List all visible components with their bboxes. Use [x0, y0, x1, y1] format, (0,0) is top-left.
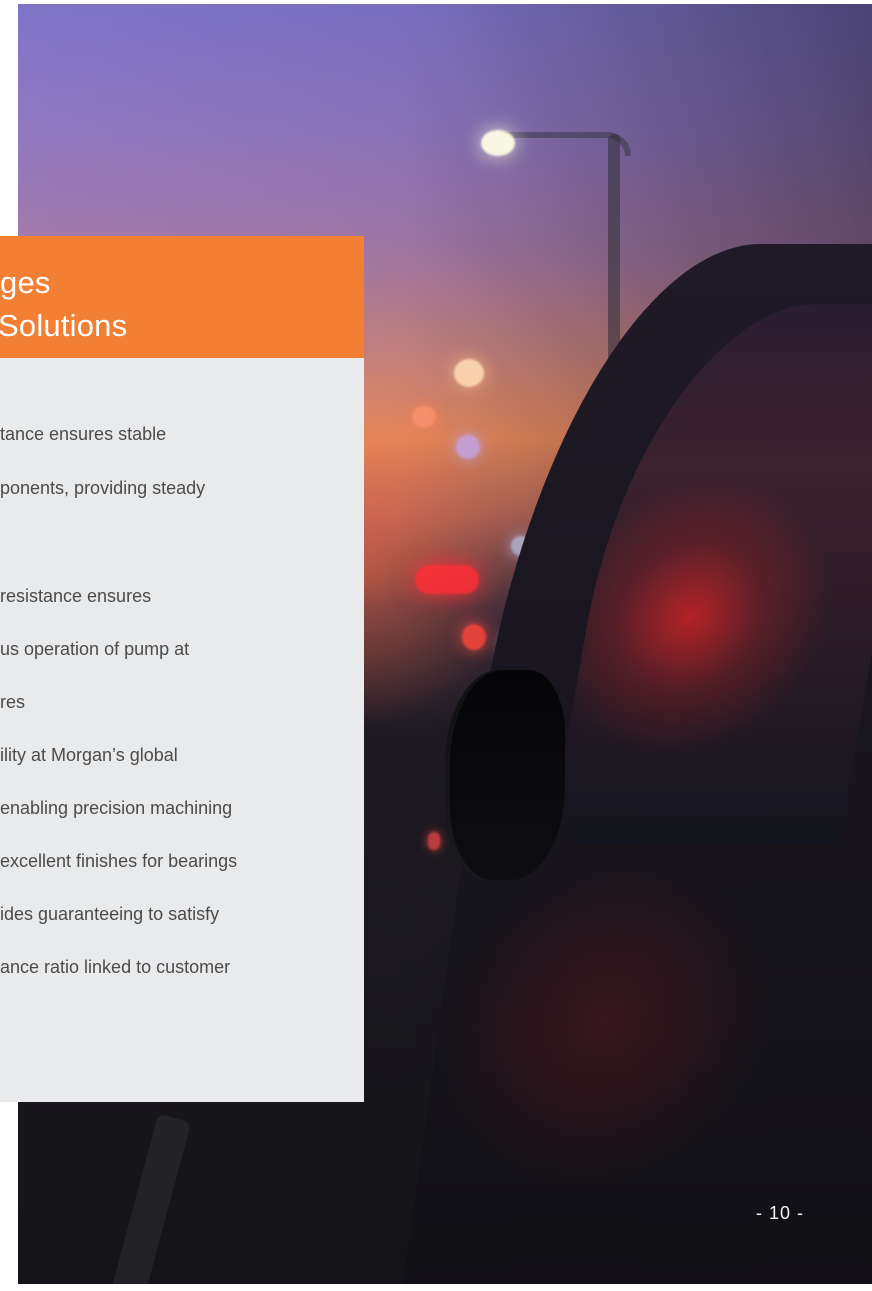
body-line-6: ility at Morgan’s global	[0, 745, 178, 765]
body-line-8: excellent finishes for bearings	[0, 851, 238, 871]
content-panel: ges Solutions tance ensures stable ponen…	[0, 236, 364, 1102]
brake-light-icon	[415, 565, 479, 594]
body-line-10: ance ratio linked to customer	[0, 957, 231, 977]
reflection-light-icon	[428, 832, 440, 850]
slide-title-line-2: Solutions	[0, 308, 128, 343]
bokeh-light-icon	[456, 435, 480, 459]
body-line-4: us operation of pump at	[0, 639, 190, 659]
slide-title-line-1: ges	[0, 265, 51, 300]
body-line-9: ides guaranteeing to satisfy	[0, 904, 220, 924]
title-box: ges Solutions	[0, 236, 364, 358]
page-number: - 10 -	[756, 1203, 805, 1223]
body-line-7: enabling precision machining	[0, 798, 233, 818]
body-line-1: tance ensures stable	[0, 424, 167, 444]
brake-light-icon	[462, 624, 486, 650]
side-mirror-icon	[445, 670, 565, 880]
distant-light-icon	[454, 359, 484, 387]
street-light-icon	[481, 130, 515, 156]
body-line-5: res	[0, 692, 26, 712]
distant-light-icon	[412, 406, 436, 428]
body-line-2: ponents, providing steady	[0, 478, 206, 498]
body-line-3: resistance ensures	[0, 586, 152, 606]
body-box: tance ensures stable ponents, providing …	[0, 358, 364, 1102]
presentation-page: ges Solutions tance ensures stable ponen…	[0, 0, 872, 1291]
